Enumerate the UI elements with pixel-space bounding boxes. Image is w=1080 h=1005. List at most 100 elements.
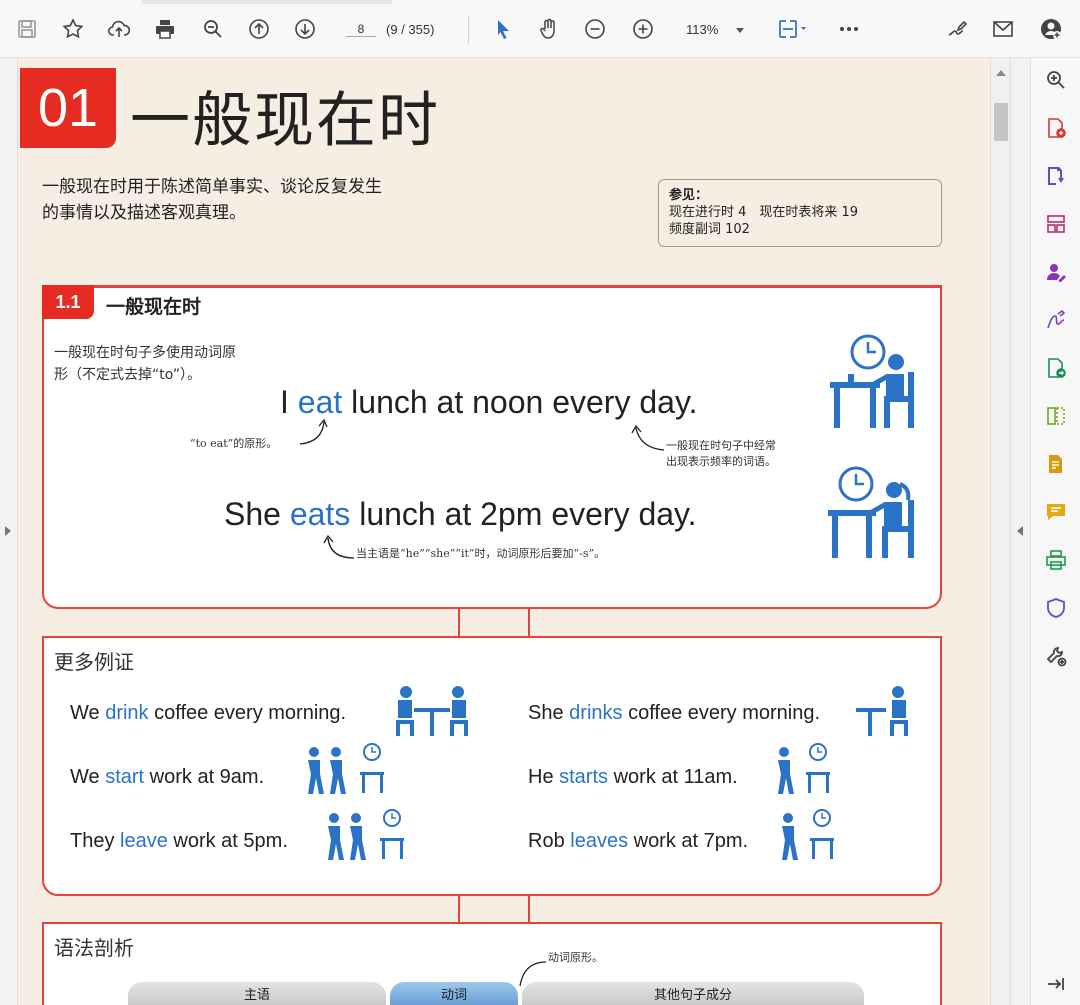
sentence-subject: She [224,496,290,532]
export-pdf-icon[interactable] [1042,162,1070,190]
zoom-value: 113% [686,22,719,37]
collapse-panel-icon[interactable] [1042,970,1070,998]
example-sentence: She eats lunch at 2pm every day. [224,496,697,533]
eating-lunch-illustration [828,466,914,558]
rule-line: 形（不定式去掉“to”）。 [54,367,202,383]
prev-page-icon[interactable] [244,14,274,44]
protect-shield-icon[interactable] [1042,594,1070,622]
scroll-thumb[interactable] [994,103,1008,141]
expand-left-icon [5,526,11,536]
toolbar-divider [468,16,469,44]
section-rule: 一般现在时句子多使用动词原 形（不定式去掉“to”）。 [54,342,294,386]
example-sentence: They leave work at 5pm. [70,830,288,853]
annotation-arrow-icon [631,424,665,451]
example-sentence: I eat lunch at noon every day. [280,384,697,421]
sentence-verb: start [105,766,145,788]
save-icon[interactable] [12,14,42,44]
sentence-rest: work at 11am. [608,766,738,788]
sentence-verb: starts [559,766,609,788]
annotation-arrow-icon [323,534,355,559]
collapse-right-icon [1017,526,1023,536]
share-pdf-icon[interactable] [1042,354,1070,382]
print-production-icon[interactable] [1042,546,1070,574]
panel-title: 语法剖析 [54,936,134,960]
fill-sign-icon[interactable] [1042,306,1070,334]
sentence-rest: work at 7pm. [628,830,749,852]
sentence-verb: leave [120,830,168,852]
example-sentence: She drinks coffee every morning. [528,702,820,725]
sentence-verb: drinks [569,702,623,724]
commuter-illustration [778,743,830,794]
more-tools-icon[interactable] [1042,642,1070,670]
grammar-panel: 语法剖析 动词原形。 主语 动词 其他句子成分 [42,922,942,1005]
sentence-rest: work at 9am. [144,766,265,788]
sentence-verb: eats [289,496,351,532]
compare-files-icon[interactable] [1042,402,1070,430]
zoom-out-icon[interactable] [580,14,610,44]
grammar-verb: 动词 [390,982,518,1005]
grammar-subject: 主语 [128,982,386,1005]
sentence-subject: Rob [528,830,571,852]
grammar-note: 动词原形。 [548,951,603,964]
reference-line: 现在进行时 4 现在时表将来 19 [669,205,859,220]
vertical-scrollbar[interactable] [990,58,1010,1005]
pdf-page: 01 一般现在时 一般现在时用于陈述简单事实、谈论反复发生 的事情以及描述客观真… [18,58,990,1005]
intro-line: 一般现在时用于陈述简单事实、谈论反复发生 [42,177,382,197]
zoom-in-icon[interactable] [628,14,658,44]
toolbar: 8 (9 / 355) 113% [0,0,1080,58]
panel-connector [528,609,548,637]
chevron-down-icon [736,28,744,33]
example-sentence: We start work at 9am. [70,766,264,789]
hand-tool-icon[interactable] [534,14,564,44]
coffee-drinkers-illustration [396,686,468,736]
zoom-select[interactable]: 113% [676,18,754,44]
intro-text: 一般现在时用于陈述简单事实、谈论反复发生 的事情以及描述客观真理。 [42,174,482,226]
annotation-note: “to eat”的原形。 [190,437,278,450]
cloud-upload-icon[interactable] [104,14,134,44]
panel-connector [110,609,460,637]
reference-title: 参见： [669,188,709,203]
sentence-subject: We [70,766,106,788]
comment-icon[interactable] [1042,498,1070,526]
eating-lunch-illustration [830,334,914,428]
tab-strip [142,0,392,4]
account-icon[interactable] [1036,14,1066,44]
page-number-input[interactable]: 8 [346,22,376,37]
right-panel-toggle[interactable] [1010,58,1030,1005]
more-examples-panel: 更多例证 We drink coffee every morning. She … [42,636,942,896]
sign-icon[interactable] [942,14,972,44]
sentence-subject: He [528,766,560,788]
reference-box: 参见： 现在进行时 4 现在时表将来 19 频度副词 102 [658,179,942,247]
example-sentence: We drink coffee every morning. [70,702,346,725]
panel-connector [528,896,548,924]
create-pdf-icon[interactable] [1042,114,1070,142]
annotation-note: 一般现在时句子中经常 出现表示频率的词语。 [666,438,776,470]
more-icon[interactable] [834,14,864,44]
edit-pdf-icon[interactable] [1042,450,1070,478]
sentence-rest: lunch at 2pm every day. [350,496,697,532]
reference-line: 频度副词 102 [669,222,750,237]
request-signature-icon[interactable] [1042,258,1070,286]
sentence-verb: leaves [570,830,629,852]
sentence-subject: She [528,702,570,724]
sentence-rest: coffee every morning. [148,702,347,724]
example-sentence: Rob leaves work at 7pm. [528,830,748,853]
email-icon[interactable] [988,14,1018,44]
scroll-up-icon[interactable] [996,70,1006,76]
next-page-icon[interactable] [290,14,320,44]
organize-pages-icon[interactable] [1042,210,1070,238]
sentence-verb: drink [105,702,149,724]
section-title: 一般现在时 [106,296,202,318]
commuters-illustration [308,743,384,794]
section-number: 1.1 [42,285,94,319]
bookmark-star-icon[interactable] [58,14,88,44]
zoom-search-icon[interactable] [198,14,228,44]
zoom-search-icon[interactable] [1042,66,1070,94]
fit-page-icon[interactable] [772,14,812,44]
print-icon[interactable] [150,14,180,44]
panel-connector [110,896,460,924]
unit-title: 一般现在时 [130,86,440,156]
select-cursor-icon[interactable] [488,14,518,44]
sentence-subject: They [70,830,121,852]
left-panel-toggle[interactable] [0,58,18,1005]
